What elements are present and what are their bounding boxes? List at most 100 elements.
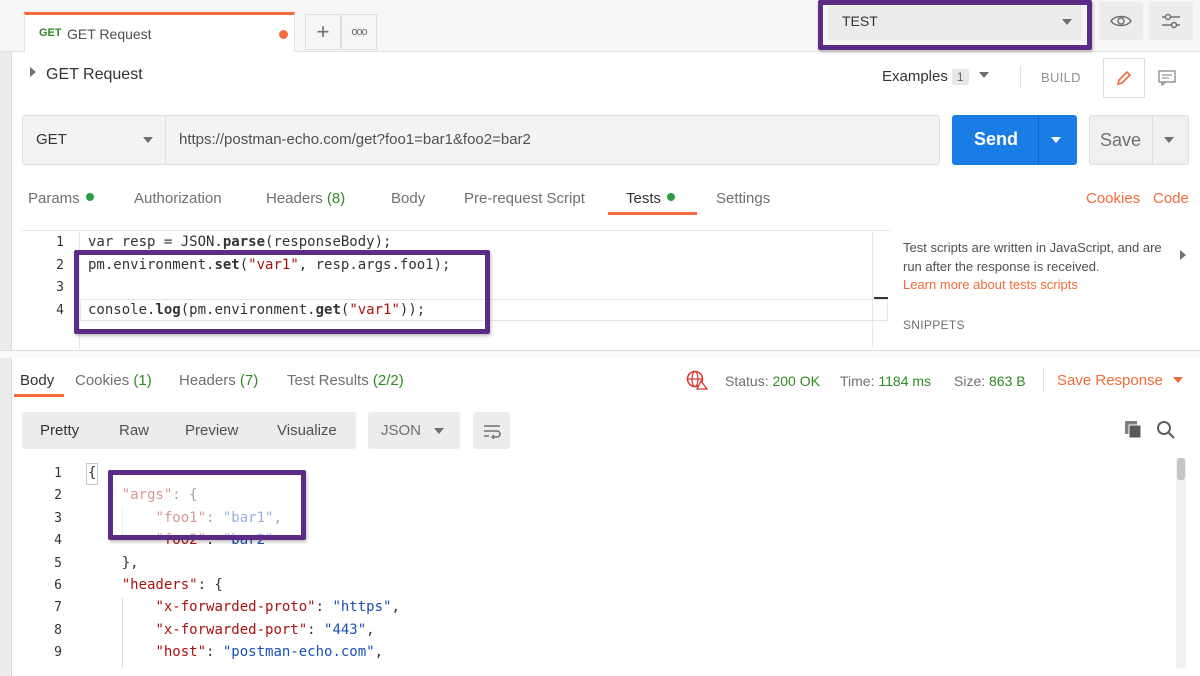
tab-settings[interactable]: Settings — [716, 190, 770, 207]
cookies-link[interactable]: Cookies — [1086, 190, 1140, 207]
save-options-chevron-icon[interactable] — [1164, 137, 1174, 143]
comments-button[interactable] — [1147, 58, 1187, 98]
code-token: , — [374, 644, 384, 660]
line-number: 6 — [54, 578, 62, 593]
new-tab-button[interactable]: + — [305, 14, 341, 50]
save-response-dropdown[interactable]: Save Response — [1057, 372, 1183, 389]
tab-params[interactable]: Params — [28, 190, 94, 207]
expand-triangle-icon[interactable] — [30, 67, 36, 77]
line-number: 2 — [54, 488, 62, 503]
snippets-heading: SNIPPETS — [903, 318, 965, 332]
tab-method-badge: GET — [39, 27, 62, 39]
send-split-divider — [1038, 115, 1039, 165]
wrap-lines-icon — [483, 424, 501, 439]
code-token: : — [206, 644, 223, 660]
response-tab-cookies[interactable]: Cookies (1) — [75, 372, 152, 389]
copy-icon[interactable] — [1124, 420, 1144, 440]
response-scrollbar[interactable] — [1176, 458, 1186, 668]
line-number: 3 — [54, 511, 62, 526]
annotation-highlight-args — [108, 470, 306, 540]
annotation-highlight-test-script — [74, 250, 490, 334]
editor-gutter: 1 2 3 4 — [22, 231, 80, 349]
code-token-sval: "443" — [324, 622, 367, 638]
line-number: 7 — [54, 600, 62, 615]
code-token: , — [366, 622, 375, 638]
code-token: , — [391, 599, 400, 615]
code-token-sval: "https" — [332, 599, 392, 615]
code-token: var resp = JSON. — [88, 234, 223, 250]
http-method-select[interactable]: GET — [23, 116, 166, 164]
code-token: }, — [88, 555, 139, 571]
params-indicator-dot — [85, 193, 94, 201]
response-time: Time: 1184 ms — [840, 373, 932, 389]
format-pretty-button[interactable]: Pretty — [40, 422, 79, 439]
status-value: 200 OK — [772, 373, 820, 389]
collapse-panel-arrow-icon[interactable] — [1180, 250, 1186, 260]
format-visualize-button[interactable]: Visualize — [277, 422, 337, 439]
line-number: 9 — [54, 645, 62, 660]
save-button[interactable]: Save — [1089, 115, 1189, 165]
code-token: : — [307, 622, 325, 638]
json-line: "headers": { — [88, 577, 223, 593]
edit-button[interactable] — [1103, 58, 1145, 98]
wrap-lines-button[interactable] — [473, 412, 510, 449]
send-button[interactable]: Send — [952, 115, 1077, 165]
scrollbar-thumb[interactable] — [1177, 458, 1185, 480]
annotation-highlight-environment — [818, 0, 1092, 50]
tab-pre-request-script[interactable]: Pre-request Script — [464, 190, 585, 207]
code-token-sval: "postman-echo.com" — [222, 644, 375, 660]
json-line: }, — [88, 555, 139, 571]
format-preview-button[interactable]: Preview — [185, 422, 238, 439]
send-options-chevron-icon[interactable] — [1051, 137, 1061, 143]
build-mode-label[interactable]: BUILD — [1041, 70, 1081, 85]
learn-more-tests-link[interactable]: Learn more about tests scripts — [903, 277, 1078, 292]
globe-warning-icon[interactable] — [686, 370, 708, 390]
line-number: 4 — [56, 303, 64, 318]
http-method-value: GET — [36, 131, 67, 148]
request-tab-get-request[interactable]: GET GET Request — [24, 12, 295, 52]
pane-resizer[interactable] — [0, 350, 1200, 358]
code-token-key: "host" — [155, 644, 207, 660]
format-raw-button[interactable]: Raw — [119, 422, 149, 439]
examples-dropdown[interactable]: Examples 1 — [882, 68, 989, 85]
code-token-key: "headers" — [121, 577, 198, 593]
response-tab-body[interactable]: Body — [20, 372, 54, 389]
chevron-down-icon — [143, 137, 153, 143]
tab-body[interactable]: Body — [391, 190, 425, 207]
response-tab-headers[interactable]: Headers (7) — [179, 372, 258, 389]
tab-authorization[interactable]: Authorization — [134, 190, 222, 207]
json-line: "x-forwarded-port": "443", — [88, 622, 375, 638]
code-token: { — [88, 465, 97, 481]
manage-environments-button[interactable] — [1149, 2, 1193, 40]
line-number: 1 — [56, 235, 64, 250]
environment-quick-look-button[interactable] — [1099, 2, 1143, 40]
code-link[interactable]: Code — [1153, 190, 1189, 207]
pencil-icon — [1116, 70, 1132, 86]
more-tabs-button[interactable]: ooo — [341, 14, 377, 50]
time-value: 1184 ms — [878, 373, 932, 389]
response-size: Size: 863 B — [954, 373, 1026, 389]
url-input[interactable]: https://postman-echo.com/get?foo1=bar1&f… — [179, 131, 531, 148]
code-token: : { — [197, 577, 223, 593]
more-tabs-icon: ooo — [351, 26, 367, 38]
editor-scrollbar[interactable] — [872, 232, 890, 348]
response-language-select[interactable]: JSON — [368, 412, 460, 449]
request-title[interactable]: GET Request — [30, 66, 143, 84]
tab-tests[interactable]: Tests — [626, 190, 676, 207]
search-icon[interactable] — [1156, 420, 1176, 440]
tab-headers[interactable]: Headers (8) — [266, 190, 345, 207]
tab-title: GET Request — [67, 26, 152, 42]
json-line: { — [88, 465, 96, 481]
line-number: 2 — [56, 258, 64, 273]
active-response-tab-underline — [14, 394, 64, 397]
code-token-fn: parse — [222, 234, 266, 250]
active-tab-underline — [608, 212, 697, 215]
tests-help-text: Test scripts are written in JavaScript, … — [903, 240, 1162, 274]
response-tab-test-results[interactable]: Test Results (2/2) — [287, 372, 404, 389]
plus-icon: + — [316, 19, 330, 44]
url-bar: GET https://postman-echo.com/get?foo1=ba… — [22, 115, 940, 165]
line-number: 8 — [54, 623, 62, 638]
